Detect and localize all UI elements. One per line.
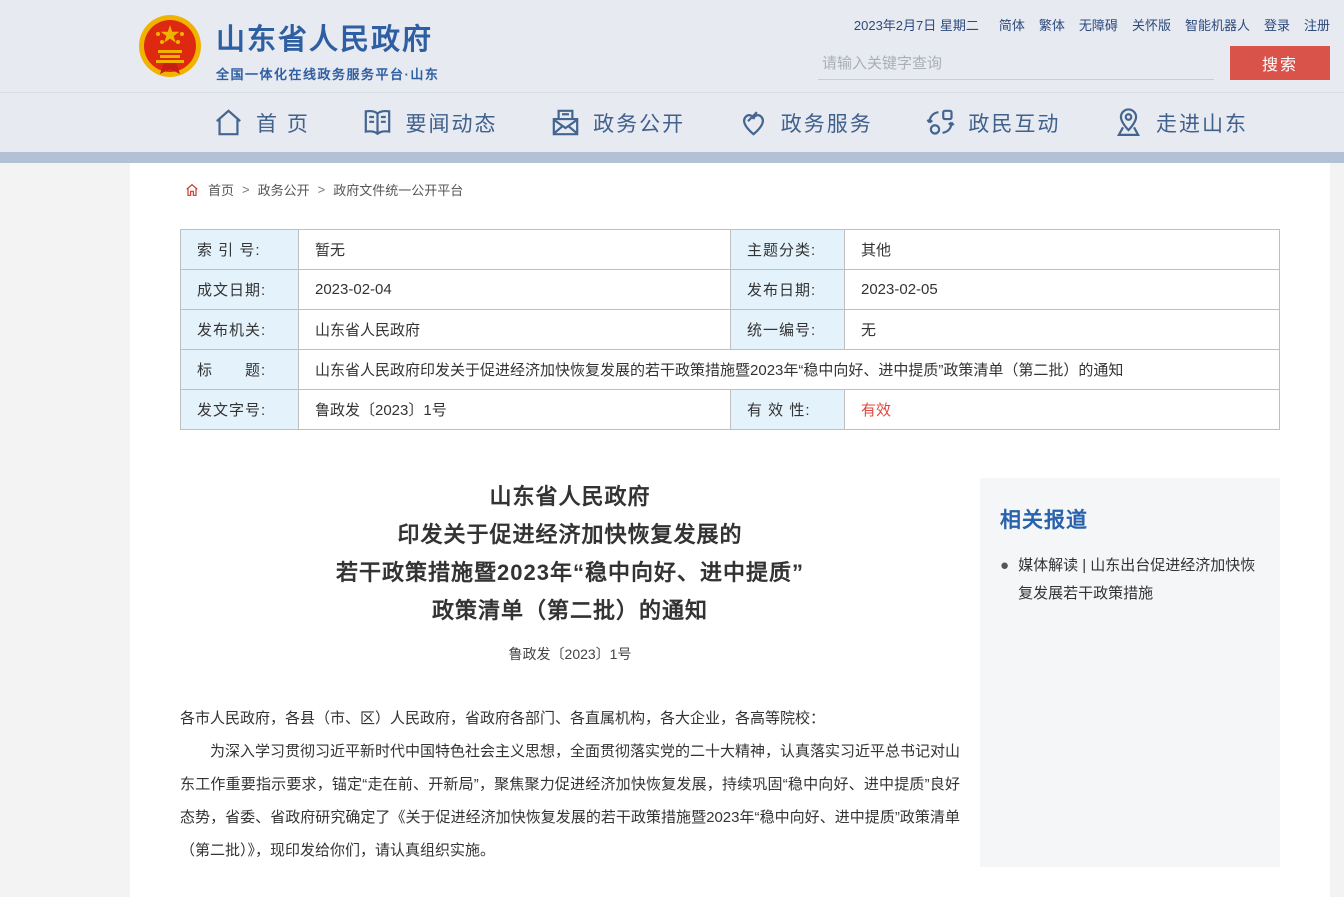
breadcrumb-platform[interactable]: 政府文件统一公开平台 [333,180,463,199]
link-register[interactable]: 注册 [1304,15,1330,34]
title-value: 山东省人民政府印发关于促进经济加快恢复发展的若干政策措施暨2023年“稳中向好、… [299,350,1280,390]
article-paragraph: 为深入学习贯彻习近平新时代中国特色社会主义思想，全面贯彻落实党的二十大精神，认真… [180,735,960,867]
nav-item-about-shandong[interactable]: 走进山东 [1112,106,1248,139]
mail-icon [549,106,582,139]
sidebar-title: 相关报道 [1000,504,1260,534]
bullet-icon: ● [1000,552,1009,608]
home-icon [184,182,200,198]
index-no-value: 暂无 [299,230,731,270]
nav-item-news[interactable]: 要闻动态 [361,106,497,139]
table-row: 发布机关: 山东省人民政府 统一编号: 无 [181,310,1280,350]
nav-item-home[interactable]: 首 页 [212,106,310,139]
validity-value: 有效 [845,390,1280,430]
link-accessibility[interactable]: 无障碍 [1079,15,1118,34]
map-pin-icon [1112,106,1145,139]
category-label: 主题分类: [731,230,845,270]
article: 山东省人民政府 印发关于促进经济加快恢复发展的 若干政策措施暨2023年“稳中向… [180,478,960,867]
article-title: 山东省人民政府 印发关于促进经济加快恢复发展的 若干政策措施暨2023年“稳中向… [180,478,960,630]
doc-no-label: 发文字号: [181,390,299,430]
title-label: 标 题: [181,350,299,390]
related-reports-sidebar: 相关报道 ● 媒体解读 | 山东出台促进经济加快恢复发展若干政策措施 [980,478,1280,867]
article-paragraph: 各市人民政府，各县（市、区）人民政府，省政府各部门、各直属机构，各大企业，各高等… [180,702,960,735]
nav-item-gov-service[interactable]: 政务服务 [737,106,873,139]
publish-date-label: 发布日期: [731,270,845,310]
divider-stripe [0,152,1344,163]
heart-icon [737,106,770,139]
table-row: 标 题: 山东省人民政府印发关于促进经济加快恢复发展的若干政策措施暨2023年“… [181,350,1280,390]
breadcrumb: 首页 > 政务公开 > 政府文件统一公开平台 [130,163,1330,199]
validity-label: 有 效 性: [731,390,845,430]
written-date-value: 2023-02-04 [299,270,731,310]
document-meta-table: 索 引 号: 暂无 主题分类: 其他 成文日期: 2023-02-04 发布日期… [180,229,1280,430]
main-nav: 首 页 要闻动态 政务公开 政务服务 政民互动 走进山东 [0,92,1344,152]
site-subtitle: 全国一体化在线政务服务平台·山东 [216,64,439,83]
nav-item-interaction[interactable]: 政民互动 [924,106,1060,139]
search-button[interactable]: 搜索 [1230,46,1330,80]
written-date-label: 成文日期: [181,270,299,310]
site-title: 山东省人民政府 [216,16,439,58]
link-login[interactable]: 登录 [1264,15,1290,34]
publish-org-value: 山东省人民政府 [299,310,731,350]
site-header: 山东省人民政府 全国一体化在线政务服务平台·山东 2023年2月7日 星期二 简… [0,0,1344,92]
unified-no-value: 无 [845,310,1280,350]
article-body: 各市人民政府，各县（市、区）人民政府，省政府各部门、各直属机构，各大企业，各高等… [180,702,960,867]
article-doc-number: 鲁政发〔2023〕1号 [180,644,960,664]
book-icon [361,106,394,139]
index-no-label: 索 引 号: [181,230,299,270]
table-row: 发文字号: 鲁政发〔2023〕1号 有 效 性: 有效 [181,390,1280,430]
related-report-link[interactable]: ● 媒体解读 | 山东出台促进经济加快恢复发展若干政策措施 [1000,552,1260,608]
unified-no-label: 统一编号: [731,310,845,350]
home-icon [212,106,245,139]
table-row: 索 引 号: 暂无 主题分类: 其他 [181,230,1280,270]
breadcrumb-home[interactable]: 首页 [208,180,234,199]
content-panel: 首页 > 政务公开 > 政府文件统一公开平台 索 引 号: 暂无 主题分类: 其… [130,163,1330,897]
category-value: 其他 [845,230,1280,270]
table-row: 成文日期: 2023-02-04 发布日期: 2023-02-05 [181,270,1280,310]
publish-date-value: 2023-02-05 [845,270,1280,310]
publish-org-label: 发布机关: [181,310,299,350]
doc-no-value: 鲁政发〔2023〕1号 [299,390,731,430]
link-simplified[interactable]: 简体 [999,15,1025,34]
breadcrumb-gov-info[interactable]: 政务公开 [258,180,310,199]
link-care-version[interactable]: 关怀版 [1132,15,1171,34]
search-input[interactable] [818,48,1214,80]
exchange-icon [924,106,957,139]
link-traditional[interactable]: 繁体 [1039,15,1065,34]
current-date: 2023年2月7日 星期二 [854,15,979,34]
national-emblem-logo [134,12,206,84]
link-robot[interactable]: 智能机器人 [1185,15,1250,34]
nav-item-gov-info[interactable]: 政务公开 [549,106,685,139]
